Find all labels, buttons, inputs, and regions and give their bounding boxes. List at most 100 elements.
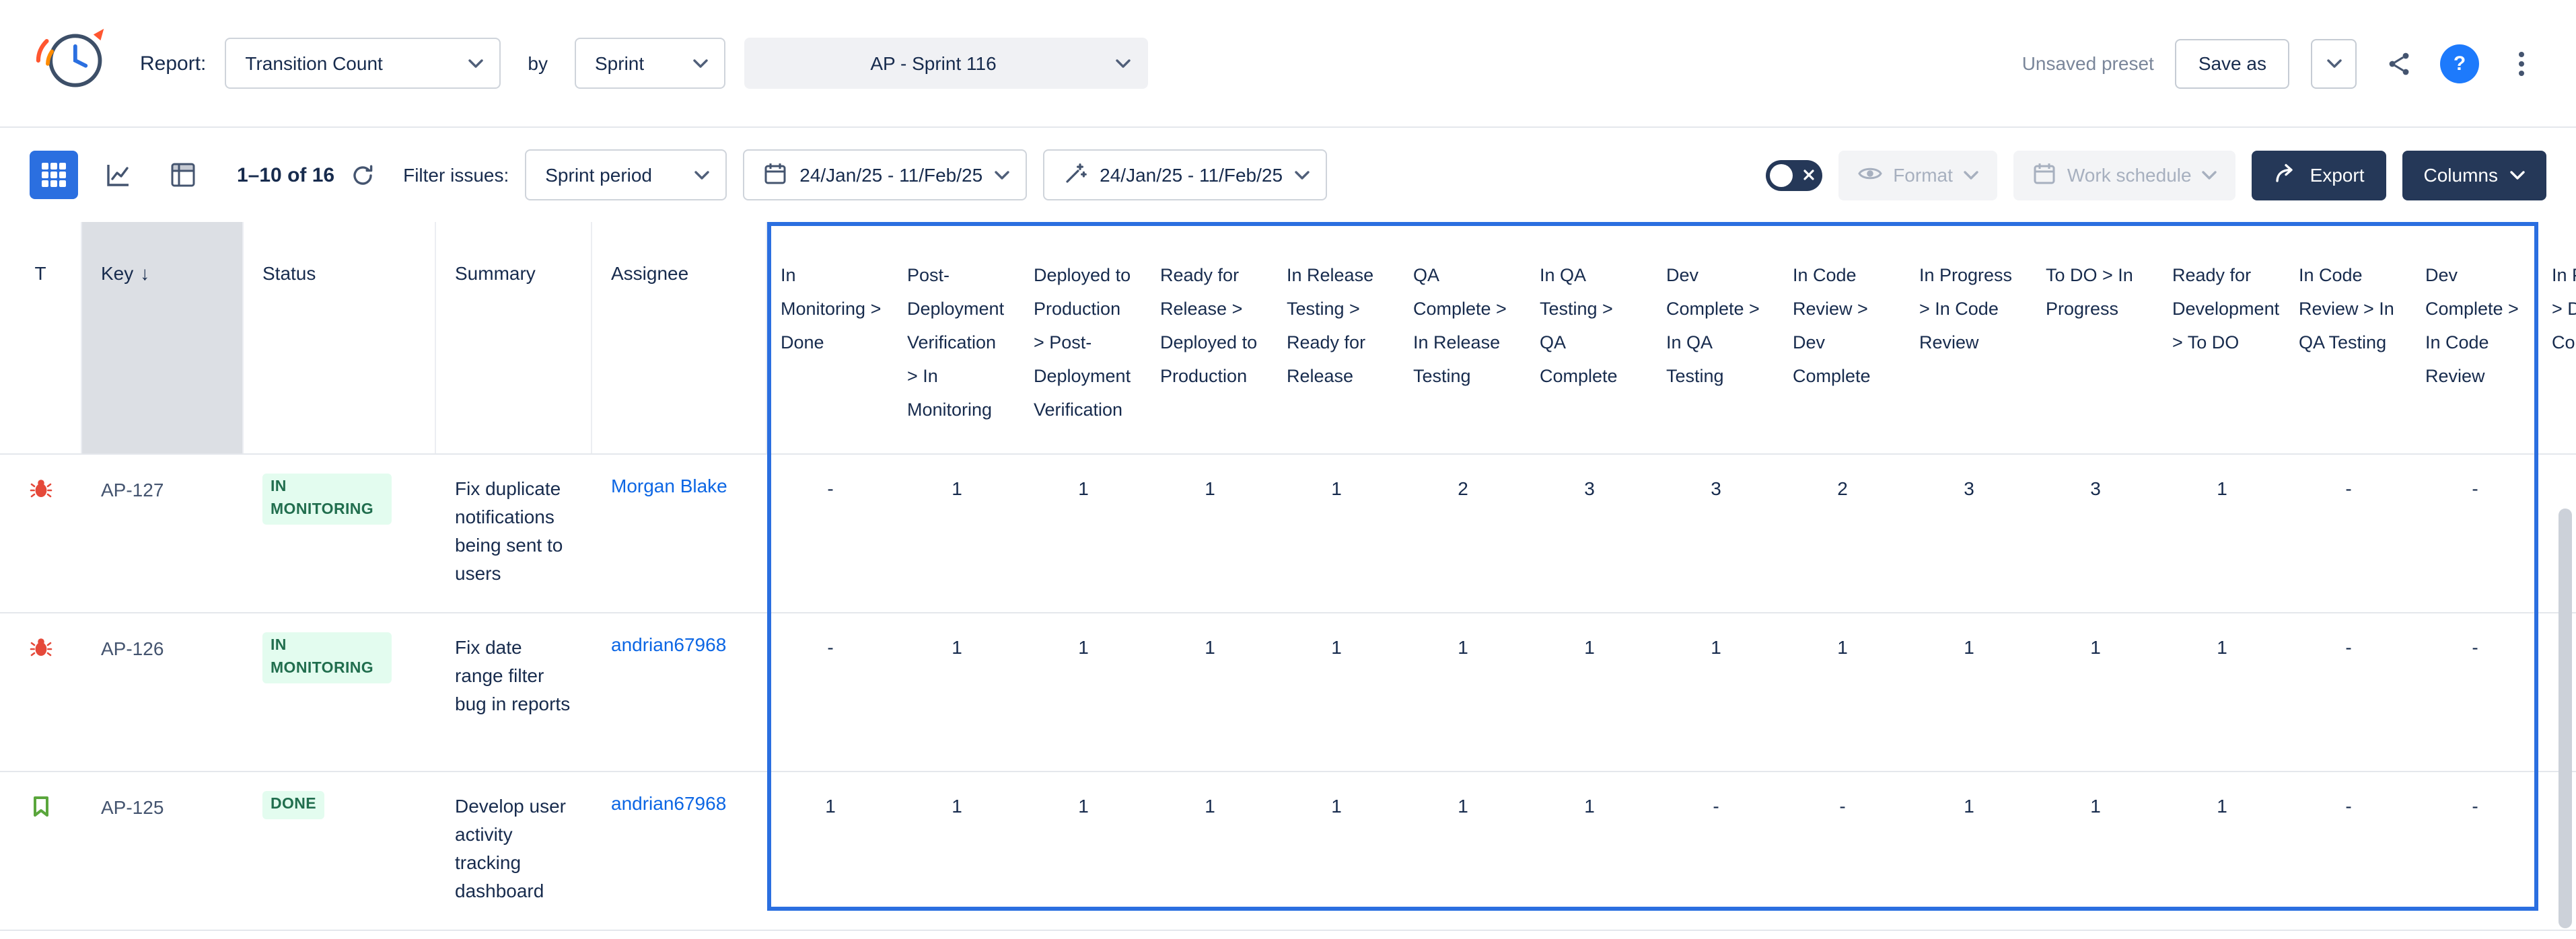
- transition-count-cell: -: [2285, 613, 2412, 771]
- vertical-scrollbar[interactable]: [2559, 509, 2572, 928]
- calendar-icon: [763, 161, 787, 189]
- chart-view-button[interactable]: [94, 151, 143, 199]
- auto-date-range-picker[interactable]: 24/Jan/25 - 11/Feb/25: [1043, 149, 1327, 200]
- transition-count-cell: 1: [1020, 455, 1147, 612]
- column-header-type[interactable]: T: [0, 222, 82, 453]
- transition-count-cell: 2: [1400, 455, 1526, 612]
- save-as-caret-button[interactable]: [2311, 38, 2357, 88]
- work-schedule-label: Work schedule: [2067, 164, 2192, 186]
- save-as-button[interactable]: Save as: [2176, 38, 2289, 88]
- chevron-down-icon: [2510, 170, 2525, 180]
- date-range-picker[interactable]: 24/Jan/25 - 11/Feb/25: [743, 149, 1027, 200]
- topbar-actions: Unsaved preset Save as ?: [2022, 38, 2541, 88]
- share-icon[interactable]: [2378, 43, 2419, 83]
- format-button: Format: [1838, 150, 1997, 200]
- sprint-select[interactable]: AP - Sprint 116: [744, 38, 1148, 89]
- transition-count-cell: 1: [2159, 613, 2285, 771]
- period-value: Sprint period: [545, 164, 652, 186]
- column-header-key[interactable]: Key↓: [82, 222, 244, 453]
- columns-button[interactable]: Columns: [2402, 150, 2547, 200]
- export-button[interactable]: Export: [2252, 150, 2386, 200]
- column-header-transition[interactable]: Deployed to Production > Post-Deployment…: [1020, 222, 1147, 453]
- column-header-transition[interactable]: In Progress > In Code Review: [1906, 222, 2032, 453]
- column-header-transition[interactable]: Ready for Release > Deployed to Producti…: [1147, 222, 1273, 453]
- issue-key: AP-125: [82, 772, 244, 930]
- key-header-label: Key: [101, 262, 133, 284]
- transition-count-cell: 1: [1147, 613, 1273, 771]
- refresh-icon[interactable]: [351, 163, 373, 186]
- status-cell: IN MONITORING: [244, 455, 436, 612]
- transition-count-cell: 1: [1020, 613, 1147, 771]
- column-header-transition[interactable]: In Release Testing > Ready for Release: [1273, 222, 1400, 453]
- columns-label: Columns: [2424, 164, 2499, 186]
- preset-status: Unsaved preset: [2022, 52, 2154, 74]
- grid-view-button[interactable]: [30, 151, 78, 199]
- transition-count-cell: 3: [1906, 455, 2032, 612]
- transition-count-cell: 1: [1400, 613, 1526, 771]
- pivot-view-button[interactable]: [159, 151, 207, 199]
- chevron-down-icon: [693, 59, 708, 68]
- chevron-down-icon: [995, 170, 1009, 180]
- transition-count-cell: 2: [1779, 455, 1906, 612]
- transition-count-cell: 1: [767, 772, 894, 930]
- help-icon[interactable]: ?: [2440, 44, 2479, 83]
- column-header-transition[interactable]: Dev Complete > In QA Testing: [1653, 222, 1779, 453]
- pagination-count: 1–10 of 16: [237, 163, 334, 186]
- app-window: Report: Transition Count by Sprint AP - …: [0, 0, 2576, 939]
- transition-count-cell: 3: [2032, 455, 2159, 612]
- column-header-assignee[interactable]: Assignee: [592, 222, 767, 453]
- report-type-value: Transition Count: [245, 52, 382, 74]
- status-badge: IN MONITORING: [262, 632, 392, 683]
- date-range-value: 24/Jan/25 - 11/Feb/25: [799, 164, 982, 186]
- work-schedule-button: Work schedule: [2013, 150, 2236, 200]
- column-header-transition[interactable]: In Code Review > Dev Complete: [1779, 222, 1906, 453]
- column-header-status[interactable]: Status: [244, 222, 436, 453]
- table-row: AP-125 DONE Develop user activity tracki…: [0, 772, 2576, 931]
- transition-count-cell: 1: [1526, 613, 1653, 771]
- grid-view-icon: [42, 163, 66, 187]
- story-icon: [31, 795, 51, 818]
- wand-icon: [1063, 161, 1087, 189]
- column-header-transition[interactable]: Dev Complete > In Code Review: [2412, 222, 2538, 453]
- toggle-switch[interactable]: [1765, 159, 1822, 190]
- column-header-summary[interactable]: Summary: [436, 222, 592, 453]
- status-cell: DONE: [244, 772, 436, 930]
- transition-count-cell: 1: [1020, 772, 1147, 930]
- by-label: by: [528, 52, 548, 74]
- transition-count-cell: -: [2285, 772, 2412, 930]
- column-header-transition[interactable]: In QA Testing > QA Complete: [1526, 222, 1653, 453]
- column-header-transition[interactable]: QA Complete > In Release Testing: [1400, 222, 1526, 453]
- transition-count-cell: -: [767, 613, 894, 771]
- export-label: Export: [2310, 164, 2365, 186]
- report-type-select[interactable]: Transition Count: [225, 38, 501, 89]
- status-badge: IN MONITORING: [262, 474, 392, 525]
- toggle-x-icon: [1803, 169, 1814, 180]
- transition-count-cell: -: [2412, 613, 2538, 771]
- transition-count-cell: -: [2285, 455, 2412, 612]
- table-header-row: T Key↓ Status Summary Assignee In Monito…: [0, 222, 2576, 455]
- assignee-link[interactable]: andrian67968: [592, 613, 767, 771]
- column-header-transition[interactable]: To DO > In Progress: [2032, 222, 2159, 453]
- issue-type-cell: [0, 455, 82, 612]
- column-header-transition[interactable]: In Code Review > In QA Testing: [2285, 222, 2412, 453]
- auto-date-range-value: 24/Jan/25 - 11/Feb/25: [1100, 164, 1283, 186]
- transition-count-cell: 1: [1526, 772, 1653, 930]
- assignee-link[interactable]: andrian67968: [592, 772, 767, 930]
- issue-summary: Develop user activity tracking dashboard: [436, 772, 592, 930]
- transition-count-cell: 1: [1779, 613, 1906, 771]
- assignee-link[interactable]: Morgan Blake: [592, 455, 767, 612]
- kebab-menu-icon[interactable]: [2501, 43, 2541, 83]
- chevron-down-icon: [694, 170, 709, 180]
- transition-count-cell: -: [2412, 772, 2538, 930]
- column-header-transition[interactable]: In Progress > Dev Complete: [2538, 222, 2576, 453]
- column-header-transition[interactable]: In Monitoring > Done: [767, 222, 894, 453]
- group-by-select[interactable]: Sprint: [575, 38, 725, 89]
- transition-count-cell: -: [1779, 772, 1906, 930]
- column-header-transition[interactable]: Ready for Development > To DO: [2159, 222, 2285, 453]
- transition-count-cell: 1: [1906, 613, 2032, 771]
- period-select[interactable]: Sprint period: [525, 149, 727, 200]
- transition-count-cell: 1: [2159, 455, 2285, 612]
- export-icon: [2274, 162, 2298, 188]
- transition-count-cell: 1: [2032, 613, 2159, 771]
- column-header-transition[interactable]: Post-Deployment Verification > In Monito…: [894, 222, 1020, 453]
